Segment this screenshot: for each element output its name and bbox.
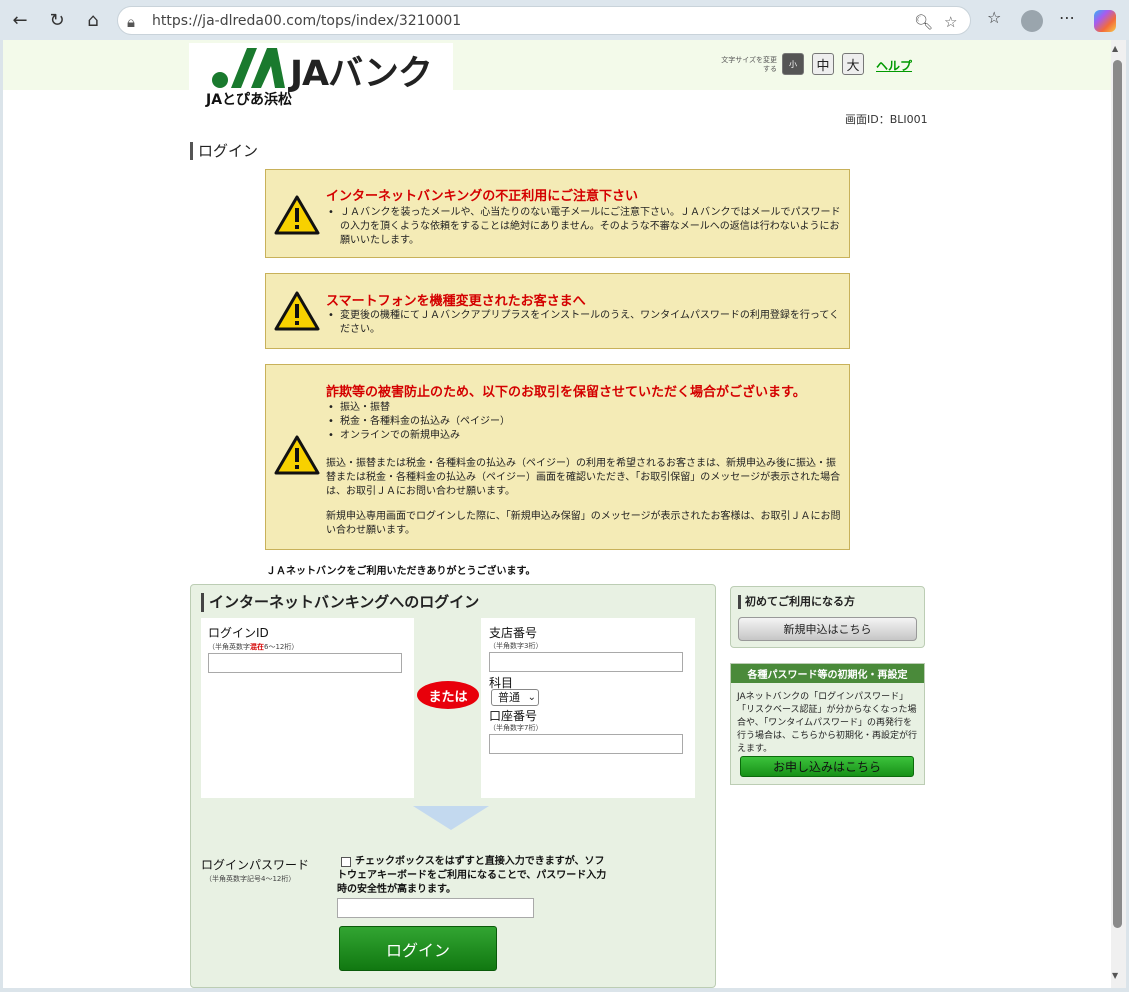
page-viewport: JAバンク JAとぴあ浜松 文字サイズを変更する 小 中 大 ヘルプ 画面ID：… (3, 40, 1111, 988)
thanks-message: ＪＡネットバンクをご利用いただきありがとうございます。 (266, 566, 536, 577)
warning-bullet: ＪＡバンクを装ったメールや、心当たりのない電子メールにご注意下さい。ＪＡバンクで… (326, 206, 844, 248)
branch-number-hint: （半角数字3桁） (489, 642, 543, 650)
page-title: ログイン (190, 142, 258, 160)
collections-icon[interactable]: ☆ (987, 8, 1001, 27)
reset-description: JAネットバンクの「ログインパスワード」「リスクベース認証」が分からなくなった場… (737, 692, 918, 754)
branch-name: JAとぴあ浜松 (206, 92, 293, 108)
warning-box-hold: 詐欺等の被害防止のため、以下のお取引を保留させていただく場合がございます。 振込… (265, 364, 850, 550)
address-bar[interactable]: 🔒︎ https://ja-dlreda00.com/tops/index/32… (117, 6, 971, 35)
warning-bullet: オンラインでの新規申込み (326, 429, 510, 443)
lock-icon: 🔒︎ (127, 13, 135, 31)
font-size-medium-button[interactable]: 中 (812, 53, 834, 75)
login-heading: インターネットバンキングへのログイン (201, 593, 479, 612)
warning-bullet: 変更後の機種にてＪＡバンクアプリプラスをインストールのうえ、ワンタイムパスワード… (326, 309, 844, 337)
font-size-small-button[interactable]: 小 (782, 53, 804, 75)
font-size-large-button[interactable]: 大 (842, 53, 864, 75)
scrollbar-thumb[interactable] (1113, 60, 1122, 928)
branch-number-input[interactable] (489, 652, 683, 672)
warning-title: インターネットバンキングの不正利用にご注意下さい (326, 189, 639, 204)
software-keyboard-checkbox[interactable] (341, 857, 351, 867)
warning-paragraph: 振込・振替または税金・各種料金の払込み（ペイジー）の利用を希望されるお客さまは、… (326, 458, 841, 497)
zoom-icon[interactable]: 🔍︎ (914, 13, 933, 31)
login-id-box: ログインID （半角英数字混在6～12桁） (201, 618, 414, 798)
ja-logo-icon (212, 48, 285, 88)
or-badge: または (417, 681, 479, 709)
more-icon[interactable]: ⋯ (1059, 8, 1075, 27)
warning-icon (274, 195, 320, 235)
scroll-down-icon[interactable]: ▼ (1112, 971, 1118, 980)
branch-number-label: 支店番号 (489, 626, 538, 640)
first-time-title: 初めてご利用になる方 (738, 595, 855, 609)
font-size-caption: 文字サイズを変更する (721, 56, 777, 73)
login-id-label: ログインID (208, 626, 269, 640)
first-time-panel: 初めてご利用になる方 新規申込はこちら (730, 586, 925, 648)
home-icon[interactable]: ⌂ (81, 8, 105, 32)
account-box: 支店番号 （半角数字3桁） 科目 普通 ⌄ 口座番号 （半角数字7桁） (481, 618, 695, 798)
warning-icon (274, 435, 320, 475)
login-id-input[interactable] (208, 653, 402, 673)
refresh-icon[interactable]: ↻ (45, 8, 69, 32)
password-input[interactable] (337, 898, 534, 918)
account-number-input[interactable] (489, 734, 683, 754)
warning-title: スマートフォンを機種変更されたお客さまへ (326, 294, 586, 309)
subject-select[interactable]: 普通 ⌄ (491, 689, 539, 706)
header-band (3, 40, 1111, 90)
login-id-hint: （半角英数字混在6～12桁） (208, 643, 299, 651)
password-label: ログインパスワード (201, 858, 310, 872)
scroll-up-icon[interactable]: ▲ (1112, 44, 1118, 53)
copilot-icon[interactable] (1094, 10, 1116, 32)
favorite-star-icon[interactable]: ☆ (944, 13, 957, 31)
warning-paragraph: 新規申込専用画面でログインした際に、「新規申込み保留」のメッセージが表示されたお… (326, 511, 841, 536)
warning-title: 詐欺等の被害防止のため、以下のお取引を保留させていただく場合がございます。 (326, 385, 806, 400)
account-number-label: 口座番号 (489, 709, 538, 723)
login-button[interactable]: ログイン (339, 926, 497, 971)
browser-toolbar: ← ↻ ⌂ 🔒︎ https://ja-dlreda00.com/tops/in… (0, 0, 1129, 40)
chevron-down-icon: ⌄ (527, 692, 536, 703)
checkbox-note: チェックボックスをはずすと直接入力できますが、ソフトウェアキーボードをご利用にな… (337, 856, 607, 895)
logo-text[interactable]: JAバンク (290, 45, 433, 96)
warning-bullet: 振込・振替 (326, 401, 510, 415)
screen-id: 画面ID：BLI001 (845, 113, 928, 126)
warning-bullet: 税金・各種料金の払込み（ペイジー） (326, 415, 510, 429)
url-text[interactable]: https://ja-dlreda00.com/tops/index/32100… (152, 13, 461, 29)
reset-title: 各種パスワード等の初期化・再設定 (731, 664, 924, 683)
back-icon[interactable]: ← (8, 8, 32, 32)
down-arrow-icon (413, 806, 489, 830)
profile-avatar[interactable] (1021, 10, 1043, 32)
warning-box-fraud: インターネットバンキングの不正利用にご注意下さい ＪＡバンクを装ったメールや、心… (265, 169, 850, 258)
login-panel: インターネットバンキングへのログイン ログインID （半角英数字混在6～12桁）… (190, 584, 716, 988)
warning-box-smartphone: スマートフォンを機種変更されたお客さまへ 変更後の機種にてＪＡバンクアプリプラス… (265, 273, 850, 349)
new-application-button[interactable]: 新規申込はこちら (738, 617, 917, 641)
password-hint: （半角英数字記号4～12桁） (205, 875, 296, 883)
reset-apply-button[interactable]: お申し込みはこちら (740, 756, 914, 777)
password-reset-panel: 各種パスワード等の初期化・再設定 JAネットバンクの「ログインパスワード」「リス… (730, 663, 925, 785)
help-link[interactable]: ヘルプ (876, 57, 912, 74)
warning-icon (274, 291, 320, 331)
account-number-hint: （半角数字7桁） (489, 724, 543, 732)
